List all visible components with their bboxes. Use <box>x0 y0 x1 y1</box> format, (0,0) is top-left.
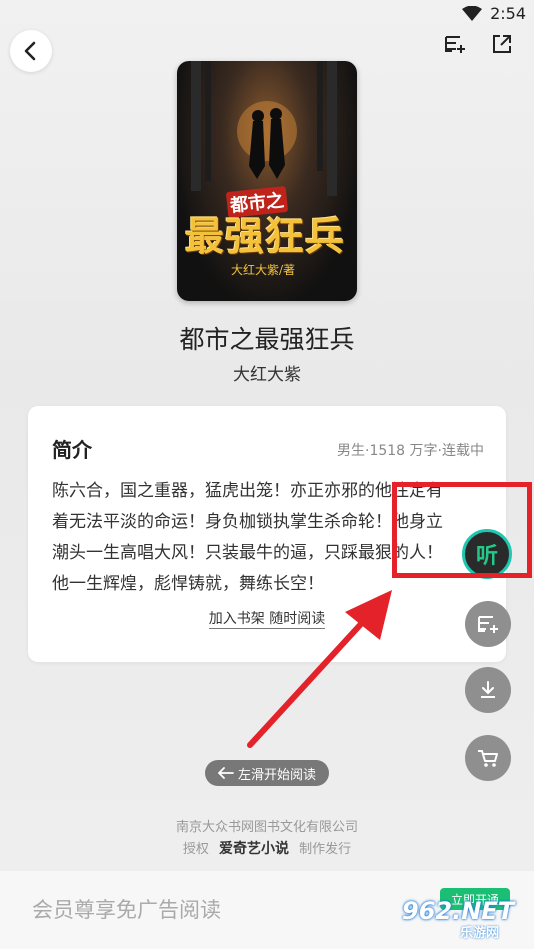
wifi-icon <box>462 6 482 21</box>
back-button[interactable] <box>10 30 52 72</box>
download-fab[interactable] <box>465 667 511 713</box>
license-prefix: 授权 <box>182 842 209 857</box>
site-watermark: 962.NET 乐游网 <box>402 897 530 941</box>
book-author[interactable]: 大红大紫 <box>0 360 534 385</box>
intro-heading: 简介 <box>52 438 92 462</box>
book-meta: 男生·1518 万字·连载中 <box>337 443 484 459</box>
download-icon <box>481 681 495 698</box>
add-to-shelf-link-wrap: 加入书架 随时阅读 <box>28 608 506 629</box>
status-time: 2:54 <box>490 4 526 23</box>
publisher: 南京大众书网图书文化有限公司 <box>175 820 358 835</box>
add-to-list-icon <box>478 616 498 633</box>
add-to-list-icon <box>445 36 465 53</box>
license-line: 授权 爱奇艺小说 制作发行 <box>0 838 534 858</box>
swipe-hint: 左滑开始阅读 <box>205 760 329 786</box>
watermark-logo: 962.NET <box>402 897 515 925</box>
cover-title-main: 最强狂兵 <box>185 214 346 260</box>
share-button[interactable] <box>487 30 517 58</box>
license-suffix: 制作发行 <box>299 842 352 857</box>
chevron-left-icon <box>24 41 36 61</box>
add-to-shelf-link[interactable]: 加入书架 随时阅读 <box>208 611 326 629</box>
annotation-highlight-box <box>392 482 532 578</box>
arrow-left-icon <box>217 767 234 779</box>
watermark-sub: 乐游网 <box>460 926 500 941</box>
swipe-hint-text: 左滑开始阅读 <box>237 767 316 783</box>
cover-author: 大红大紫/著 <box>231 263 296 277</box>
status-bar: 2:54 <box>0 0 534 28</box>
vip-text: 会员尊享免广告阅读 <box>32 898 221 922</box>
book-cover[interactable]: 都市之 最强狂兵 大红大紫/著 <box>177 61 357 301</box>
book-title: 都市之最强狂兵 <box>179 325 355 354</box>
cart-icon <box>478 750 498 767</box>
share-icon <box>493 35 511 53</box>
purchase-fab[interactable] <box>465 735 511 781</box>
add-bookshelf-fab[interactable] <box>465 601 511 647</box>
add-to-shelf-button[interactable] <box>440 30 470 58</box>
license-brand: 爱奇艺小说 <box>219 841 289 857</box>
